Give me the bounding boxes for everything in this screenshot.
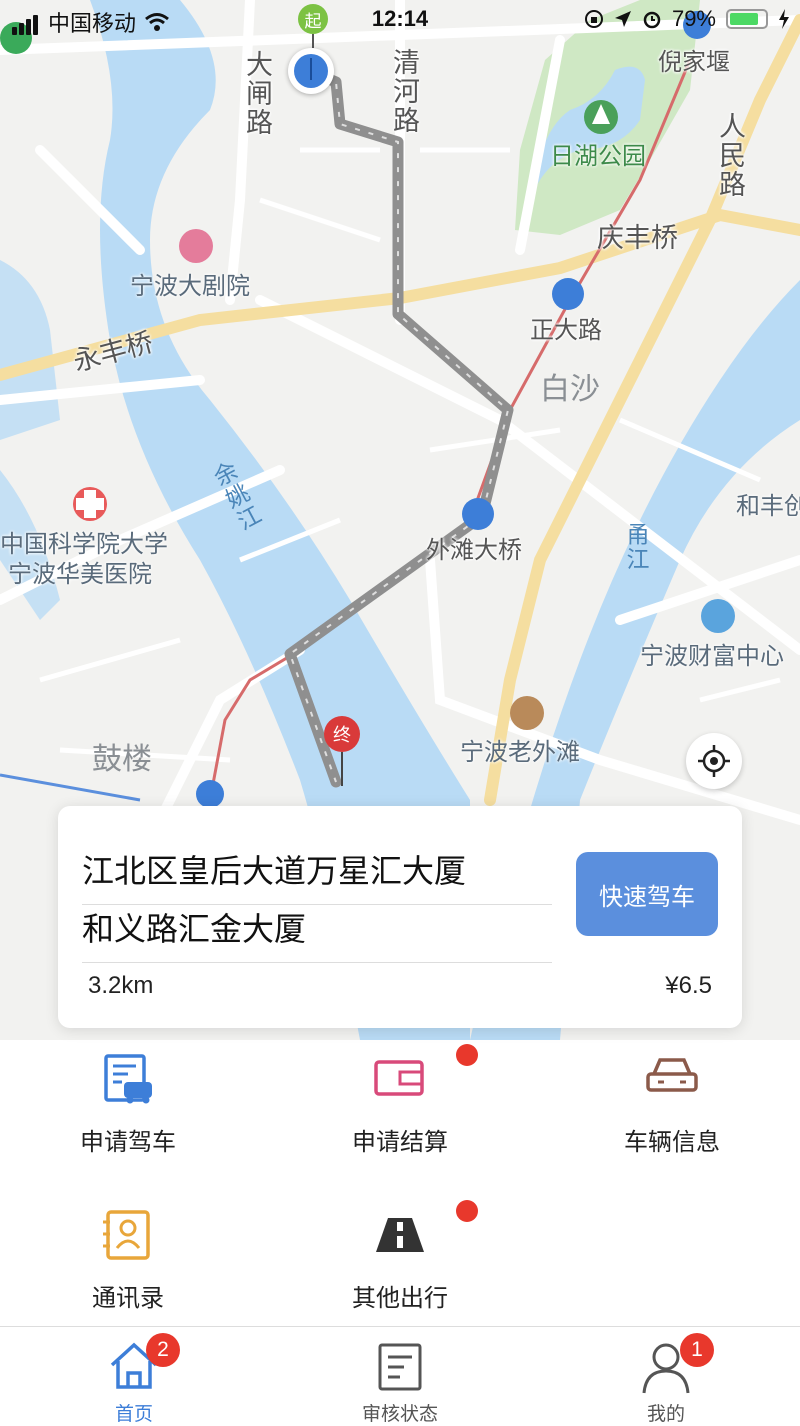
map-road-label: 庆丰桥 [597, 223, 678, 254]
end-marker: 终 [322, 716, 362, 788]
end-marker-label: 终 [324, 716, 360, 752]
map-park-label: 日湖公园 [550, 142, 646, 170]
rotation-lock-icon [584, 10, 603, 28]
tab-badge: 1 [680, 1333, 714, 1367]
road-icon [376, 1218, 424, 1252]
map-river-label: 甬江 [622, 522, 648, 572]
status-bar: 中国移动 12:14 79% [0, 0, 800, 40]
menu-item-vehicle-info[interactable]: 车辆信息 [562, 1050, 782, 1157]
map-road-label: 外滩大桥 [426, 536, 522, 564]
menu-item-label: 车辆信息 [624, 1128, 720, 1156]
trip-card: 江北区皇后大道万星汇大厦 和义路汇金大厦 3.2km ¥6.5 快速驾车 [58, 806, 742, 1028]
map-poi-label: 宁波老外滩 [460, 738, 580, 766]
car-icon [646, 1058, 698, 1092]
map-poi-label: 宁波华美医院 [8, 560, 152, 588]
location-arrow-icon [614, 11, 631, 27]
map-poi-label: 宁波大剧院 [130, 272, 250, 300]
notification-dot [456, 1044, 478, 1066]
trip-price: ¥6.5 [665, 972, 712, 999]
contacts-icon [103, 1210, 150, 1260]
menu-item-apply-settlement[interactable]: 申请结算 [290, 1044, 510, 1157]
map-area-label: 鼓楼 [92, 742, 152, 777]
tab-home[interactable]: 2 首页 [34, 1327, 234, 1426]
menu-item-apply-drive[interactable]: 申请驾车 [18, 1050, 238, 1157]
destination-address[interactable]: 和义路汇金大厦 [82, 904, 552, 963]
battery-percent: 79% [671, 6, 716, 31]
map-road-label: 人民路 [714, 112, 745, 199]
map-road-label: 倪家堰 [658, 48, 730, 76]
tab-mine[interactable]: 1 我的 [566, 1327, 766, 1426]
wallet-icon [374, 1060, 424, 1096]
map-area-label: 白沙 [540, 372, 600, 407]
menu-item-label: 通讯录 [92, 1284, 164, 1312]
current-location-dot [288, 48, 334, 94]
map-road-label: 正大路 [530, 316, 602, 344]
map-poi-label: 和丰创 [736, 492, 800, 520]
menu-item-other-travel[interactable]: 其他出行 [290, 1200, 510, 1313]
car-document-icon [104, 1054, 152, 1104]
bottom-tab-bar: 2 首页 审核状态 1 我的 [0, 1326, 800, 1426]
alarm-icon [643, 11, 661, 29]
menu-item-contacts[interactable]: 通讯录 [18, 1206, 238, 1313]
tab-badge: 2 [146, 1333, 180, 1367]
document-icon [378, 1343, 422, 1391]
map-poi-label: 宁波财富中心 [640, 642, 784, 670]
map-road-label: 清河路 [388, 48, 419, 135]
charging-icon [779, 9, 789, 29]
crosshair-icon [698, 745, 730, 777]
quick-drive-button[interactable]: 快速驾车 [576, 852, 718, 936]
battery-icon [726, 9, 768, 29]
origin-address[interactable]: 江北区皇后大道万星汇大厦 [82, 846, 552, 905]
tab-review-status[interactable]: 审核状态 [300, 1327, 500, 1426]
menu-item-label: 申请结算 [352, 1128, 448, 1156]
menu-item-label: 其他出行 [352, 1284, 448, 1312]
menu-item-label: 申请驾车 [80, 1128, 176, 1156]
locate-button[interactable] [686, 733, 742, 789]
map-road-label: 大闸路 [241, 50, 272, 137]
trip-distance: 3.2km [88, 972, 154, 999]
notification-dot [456, 1200, 478, 1222]
